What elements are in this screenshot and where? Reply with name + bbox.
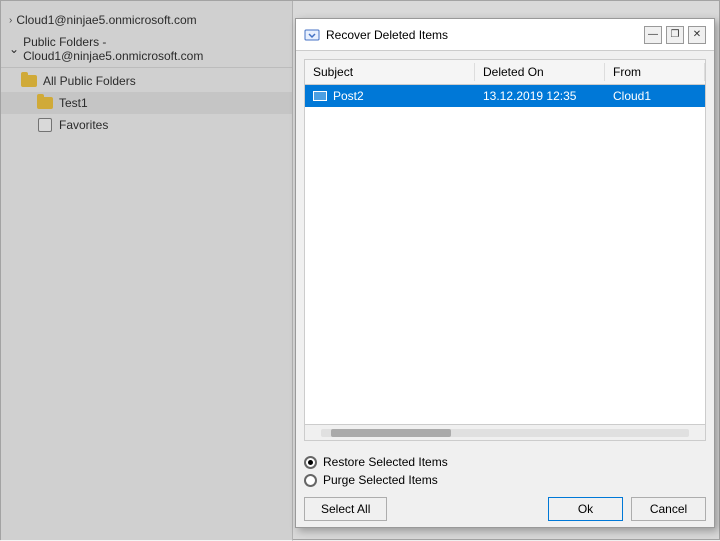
- cell-subject: Post2: [305, 87, 475, 105]
- restore-label: Restore Selected Items: [323, 455, 448, 469]
- modal-title-icon: [304, 27, 320, 43]
- restore-button[interactable]: ❐: [666, 26, 684, 44]
- purge-radio-input[interactable]: [304, 474, 317, 487]
- scrollbar-thumb[interactable]: [331, 429, 451, 437]
- restore-radio-input[interactable]: [304, 456, 317, 469]
- table-row[interactable]: Post2 13.12.2019 12:35 Cloud1: [305, 85, 705, 107]
- recover-deleted-items-dialog: Recover Deleted Items — ❐ ✕ Subject Dele…: [295, 18, 715, 528]
- email-icon: [313, 91, 327, 101]
- column-header-from: From: [605, 63, 705, 81]
- modal-titlebar: Recover Deleted Items — ❐ ✕: [296, 19, 714, 51]
- ok-button[interactable]: Ok: [548, 497, 623, 521]
- table-header: Subject Deleted On From: [305, 60, 705, 85]
- modal-title-left: Recover Deleted Items: [304, 27, 448, 43]
- scrollbar-track: [321, 429, 689, 437]
- modal-body: Subject Deleted On From Post2 13.12.2019…: [296, 51, 714, 527]
- modal-overlay: Recover Deleted Items — ❐ ✕ Subject Dele…: [0, 0, 720, 540]
- items-table: Subject Deleted On From Post2 13.12.2019…: [304, 59, 706, 441]
- minimize-button[interactable]: —: [644, 26, 662, 44]
- purge-selected-radio[interactable]: Purge Selected Items: [304, 473, 706, 487]
- close-button[interactable]: ✕: [688, 26, 706, 44]
- column-header-deleted-on: Deleted On: [475, 63, 605, 81]
- horizontal-scrollbar[interactable]: [305, 424, 705, 440]
- modal-title-text: Recover Deleted Items: [326, 28, 448, 42]
- restore-selected-radio[interactable]: Restore Selected Items: [304, 455, 706, 469]
- select-all-button[interactable]: Select All: [304, 497, 387, 521]
- radio-group: Restore Selected Items Purge Selected It…: [304, 455, 706, 487]
- cell-from: Cloud1: [605, 87, 705, 105]
- modal-window-controls: — ❐ ✕: [644, 26, 706, 44]
- column-header-subject: Subject: [305, 63, 475, 81]
- cell-deleted-on: 13.12.2019 12:35: [475, 87, 605, 105]
- purge-label: Purge Selected Items: [323, 473, 438, 487]
- table-body: Post2 13.12.2019 12:35 Cloud1: [305, 85, 705, 424]
- button-row: Select All Ok Cancel: [304, 497, 706, 521]
- bottom-area: Restore Selected Items Purge Selected It…: [296, 449, 714, 527]
- cancel-button[interactable]: Cancel: [631, 497, 706, 521]
